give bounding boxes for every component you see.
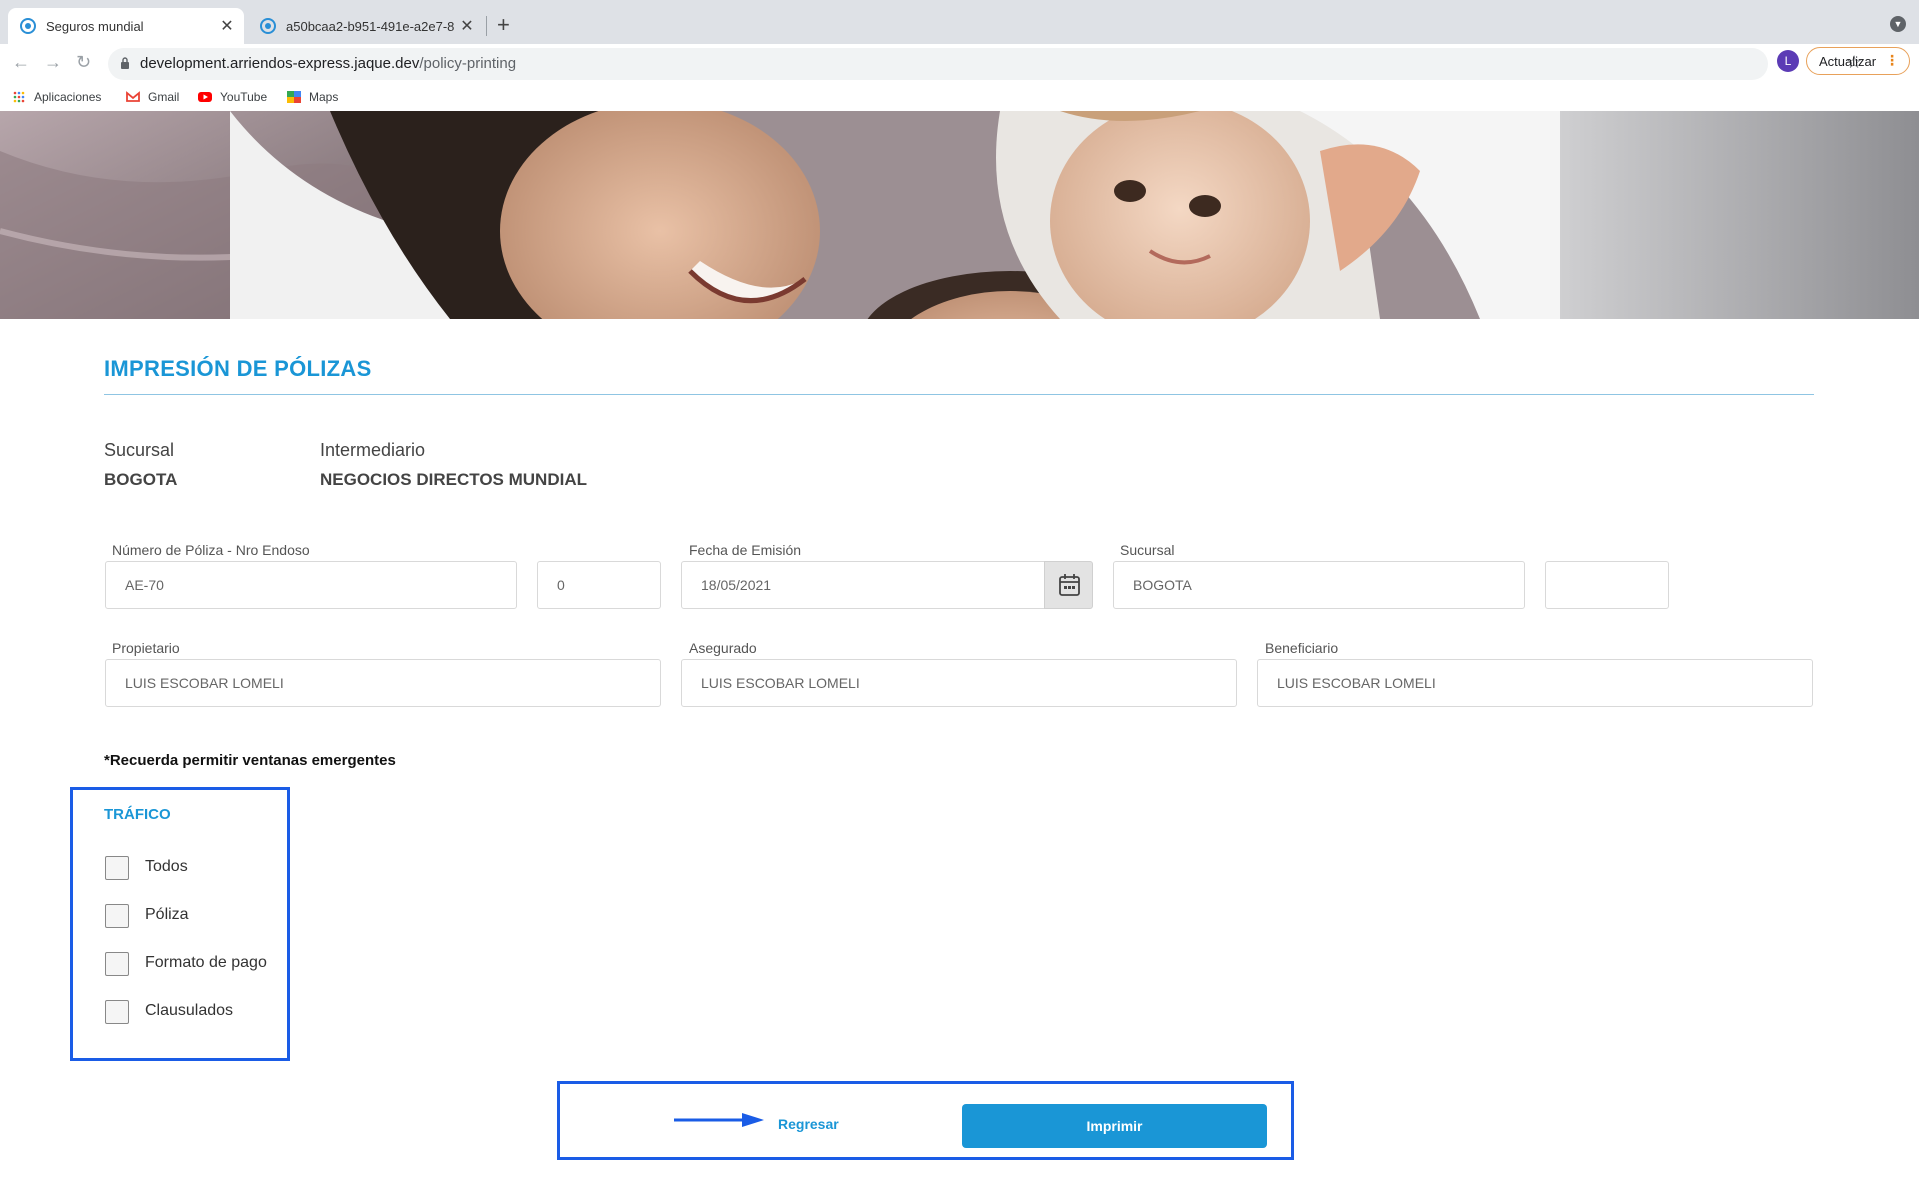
bookmark-label: Maps (309, 90, 339, 104)
reload-icon[interactable]: ↻ (76, 52, 91, 73)
title-divider (104, 394, 1814, 395)
bookmarks-bar: Aplicaciones Gmail YouTube Maps (0, 84, 1919, 112)
back-button[interactable]: Regresar (778, 1116, 839, 1132)
checkbox-clausulados[interactable] (105, 1000, 129, 1024)
policy-number-field[interactable]: AE-70 (105, 561, 517, 609)
sucursal-value: BOGOTA (104, 470, 178, 489)
update-button[interactable]: Actualizar ⋮ (1806, 47, 1910, 75)
maps-icon (287, 91, 301, 103)
beneficiary-field[interactable]: LUIS ESCOBAR LOMELI (1257, 659, 1813, 707)
new-tab-icon[interactable]: + (497, 12, 510, 38)
tab-label: Seguros mundial (46, 18, 144, 34)
calendar-button[interactable] (1044, 561, 1093, 609)
bookmark-gmail[interactable]: Gmail (126, 90, 179, 104)
beneficiary-label: Beneficiario (1265, 640, 1339, 656)
owner-field[interactable]: LUIS ESCOBAR LOMELI (105, 659, 661, 707)
browser-toolbar: ← → ↻ development.arriendos-express.jaqu… (0, 44, 1919, 84)
site-favicon-icon (20, 18, 36, 34)
print-button[interactable]: Imprimir (962, 1104, 1267, 1148)
address-bar[interactable]: development.arriendos-express.jaque.dev/… (108, 48, 1862, 80)
checkbox-label-todos: Todos (145, 858, 188, 875)
close-tab-icon[interactable]: ✕ (456, 16, 478, 36)
site-favicon-icon (260, 18, 276, 34)
insured-field[interactable]: LUIS ESCOBAR LOMELI (681, 659, 1237, 707)
family-photo (0, 111, 1919, 319)
gmail-icon (126, 91, 140, 102)
policy-number-label: Número de Póliza - Nro Endoso (112, 542, 310, 558)
tab-label: a50bcaa2-b951-491e-a2e7-8 (286, 18, 455, 34)
hero-banner-image (0, 111, 1919, 319)
intermediario-label: Intermediario (320, 440, 426, 460)
apps-grid-icon (13, 91, 25, 103)
url-host: development.arriendos-express.jaque.dev (140, 55, 420, 72)
back-arrow-icon[interactable]: ← (12, 52, 30, 73)
bookmark-apps[interactable]: Aplicaciones (12, 90, 101, 104)
bookmark-youtube[interactable]: YouTube (198, 90, 267, 104)
browser-tab-second[interactable]: a50bcaa2-b951-491e-a2e7-8 ✕ (248, 8, 484, 44)
insured-label: Asegurado (689, 640, 757, 656)
annotation-arrow-icon (674, 1113, 764, 1127)
checkbox-label-clausulados: Clausulados (145, 1002, 234, 1019)
checkbox-todos[interactable] (105, 856, 129, 880)
youtube-icon (198, 92, 212, 102)
lock-icon (121, 57, 129, 69)
checkbox-label-poliza: Póliza (145, 906, 189, 923)
endorsement-number-field[interactable]: 0 (537, 561, 661, 609)
tab-search-icon[interactable]: ▼ (1890, 16, 1906, 32)
more-vert-icon: ⋮ (1885, 52, 1899, 68)
branch-field[interactable]: BOGOTA (1113, 561, 1525, 609)
checkbox-formato-pago[interactable] (105, 952, 129, 976)
checkbox-label-formato-pago: Formato de pago (145, 954, 267, 971)
popup-reminder-note: *Recuerda permitir ventanas emergentes (104, 752, 396, 769)
url-path: /policy-printing (419, 55, 517, 72)
page-title: IMPRESIÓN DE PÓLIZAS (104, 356, 372, 381)
bookmark-label: YouTube (220, 90, 268, 104)
url-text: development.arriendos-express.jaque.dev/… (140, 55, 516, 72)
branch-code-field[interactable] (1545, 561, 1669, 609)
close-tab-icon[interactable]: ✕ (216, 16, 238, 36)
owner-label: Propietario (112, 640, 180, 656)
issue-date-field[interactable]: 18/05/2021 (681, 561, 1045, 609)
checkbox-poliza[interactable] (105, 904, 129, 928)
intermediario-value: NEGOCIOS DIRECTOS MUNDIAL (320, 470, 587, 489)
tab-separator (486, 16, 487, 36)
forward-arrow-icon[interactable]: → (44, 52, 62, 73)
update-label: Actualizar (1819, 54, 1877, 69)
sucursal-label: Sucursal (104, 440, 175, 460)
calendar-icon (1059, 574, 1080, 596)
browser-tab-seguros[interactable]: Seguros mundial ✕ (8, 8, 244, 44)
traffic-title: TRÁFICO (104, 806, 171, 823)
issue-date-label: Fecha de Emisión (689, 542, 802, 558)
browser-tab-bar: Seguros mundial ✕ a50bcaa2-b951-491e-a2e… (0, 0, 1919, 44)
profile-avatar[interactable]: L (1777, 50, 1799, 72)
bookmark-maps[interactable]: Maps (287, 90, 338, 104)
branch-label: Sucursal (1120, 542, 1175, 558)
bookmark-label: Gmail (148, 90, 180, 104)
bookmark-label: Aplicaciones (34, 90, 102, 104)
